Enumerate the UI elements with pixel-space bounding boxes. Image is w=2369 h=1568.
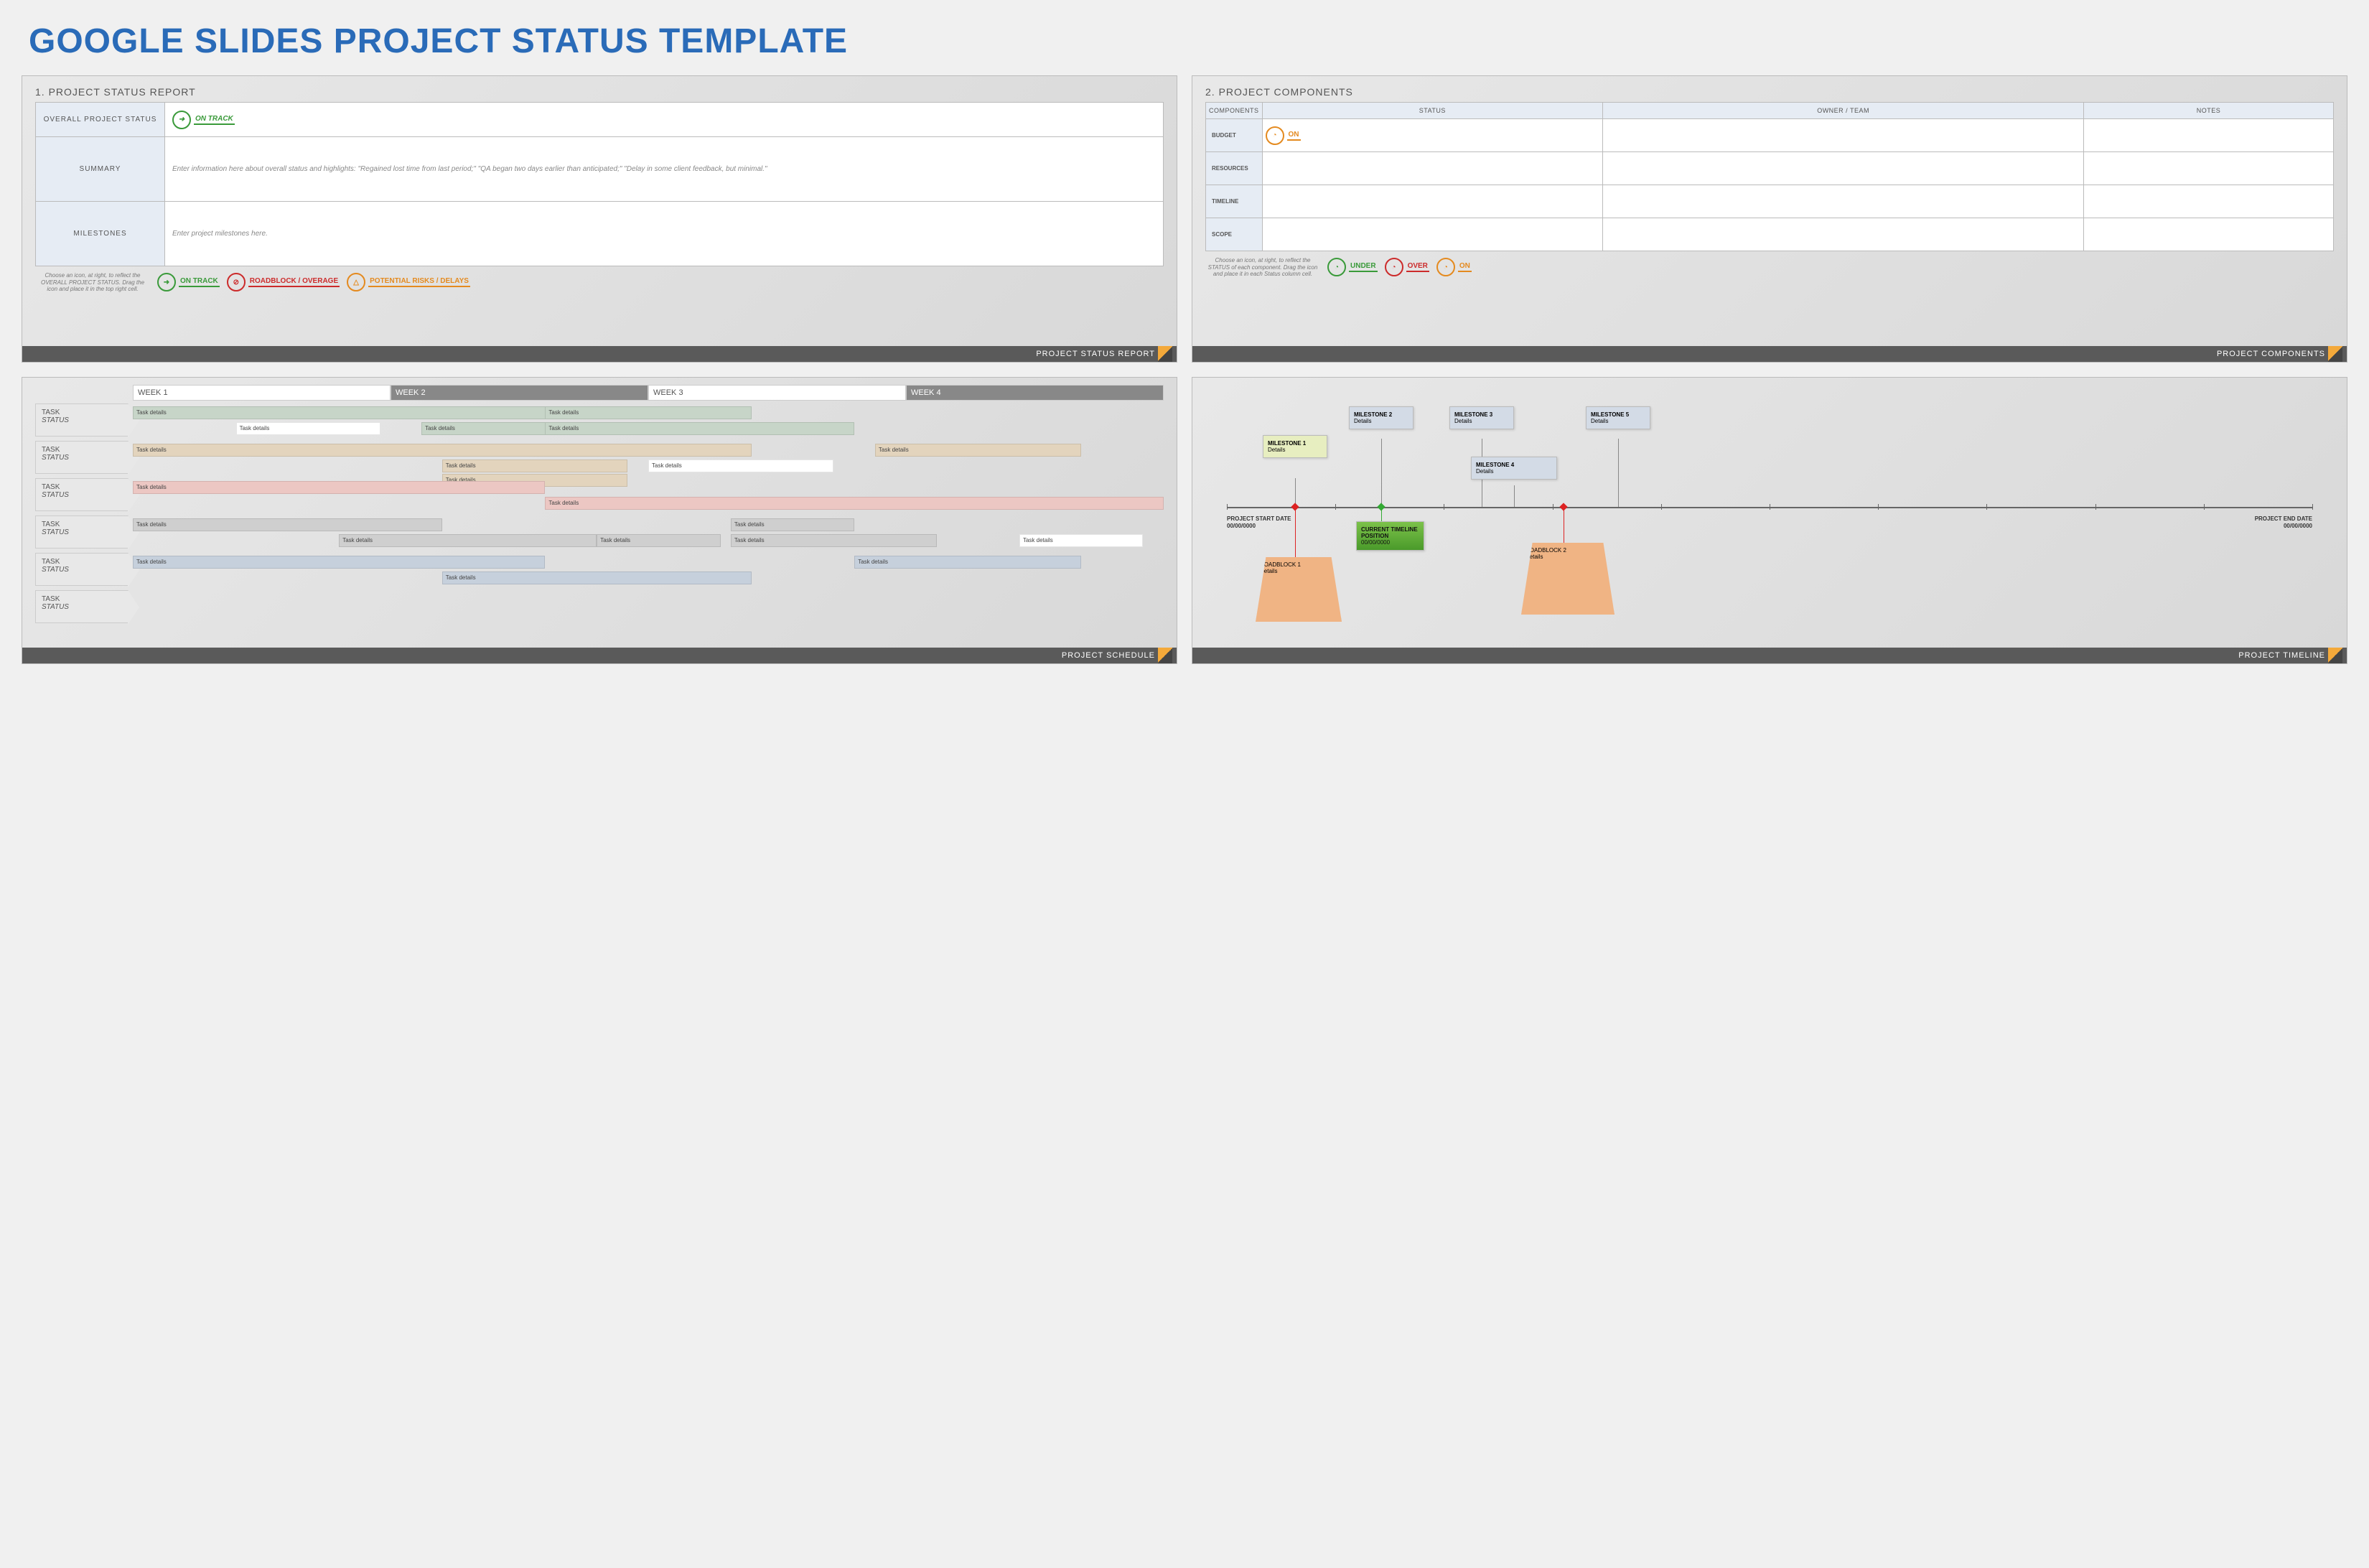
summary-label: SUMMARY [36,137,165,202]
task-arrow: TASKSTATUS [35,478,129,511]
arrow-icon: ➜ [172,111,191,129]
task-bar[interactable]: Task details [133,481,545,494]
panel2-hint: Choose an icon, at right, to reflect the… [1205,257,1320,278]
task-arrow: TASKSTATUS [35,590,129,623]
task-bar[interactable]: Task details [731,534,937,547]
task-bar[interactable]: Task details [875,444,1081,457]
milestones-label: MILESTONES [36,202,165,266]
milestone-note[interactable]: MILESTONE 1Details [1263,435,1327,458]
stop-icon: ⊘ [227,273,246,291]
task-bar[interactable]: Task details [339,534,597,547]
panel2-heading: 2. PROJECT COMPONENTS [1205,86,2334,98]
legend-roadblock[interactable]: ⊘ROADBLOCK / OVERAGE [227,273,340,291]
budget-status-cell[interactable]: ◔ON [1262,119,1603,152]
task-bar[interactable]: Task details [731,518,854,531]
panel2-footer: PROJECT COMPONENTS [1192,346,2347,362]
gauge-icon: ◔ [1266,126,1284,145]
task-arrow: TASKSTATUS [35,515,129,549]
roadblock-note[interactable]: ROADBLOCK 2Details [1521,543,1615,615]
panel4-footer: PROJECT TIMELINE [1192,648,2347,663]
task-bar[interactable]: Task details [236,422,380,435]
on-track-chip[interactable]: ➜ ON TRACK [172,111,1156,129]
task-bar[interactable]: Task details [442,571,752,584]
legend-under[interactable]: ◔UNDER [1327,258,1378,276]
status-table: OVERALL PROJECT STATUS ➜ ON TRACK SUMMAR… [35,102,1164,266]
task-bar[interactable]: Task details [1019,534,1143,547]
current-position-note[interactable]: CURRENT TIMELINE POSITION00/00/0000 [1356,521,1424,551]
panel3-footer: PROJECT SCHEDULE [22,648,1177,663]
roadblock-note[interactable]: ROADBLOCK 1Details [1256,557,1342,622]
page-title: GOOGLE SLIDES PROJECT STATUS TEMPLATE [29,22,2347,61]
milestone-note[interactable]: MILESTONE 5Details [1586,406,1650,429]
gauge-on-chip[interactable]: ◔ON [1266,126,1600,145]
legend-over[interactable]: ◔OVER [1385,258,1429,276]
schedule-grid: WEEK 1 WEEK 2 WEEK 3 WEEK 4 Task details… [133,385,1164,648]
end-date-label: PROJECT END DATE00/00/0000 [2255,515,2312,529]
task-bar[interactable]: Task details [648,459,833,472]
components-table: COMPONENTS STATUS OWNER / TEAM NOTES BUD… [1205,102,2334,251]
week-header: WEEK 1 WEEK 2 WEEK 3 WEEK 4 [133,385,1164,401]
gauge-icon: ◔ [1385,258,1403,276]
overall-status-cell[interactable]: ➜ ON TRACK [165,103,1164,137]
task-arrow: TASKSTATUS [35,441,129,474]
panel1-legend: Choose an icon, at right, to reflect the… [35,272,1164,293]
legend-risks[interactable]: △POTENTIAL RISKS / DELAYS [347,273,470,291]
task-bar[interactable]: Task details [597,534,720,547]
panel-timeline: MILESTONE 1Details MILESTONE 2Details MI… [1192,377,2347,664]
task-bar[interactable]: Task details [854,556,1081,569]
legend-on[interactable]: ◔ON [1436,258,1472,276]
panel1-footer: PROJECT STATUS REPORT [22,346,1177,362]
panel1-hint: Choose an icon, at right, to reflect the… [35,272,150,293]
task-bar[interactable]: Task details [545,497,1164,510]
panel2-legend: Choose an icon, at right, to reflect the… [1205,257,2334,278]
schedule-row-labels: TASKSTATUS TASKSTATUS TASKSTATUS TASKSTA… [35,385,129,648]
legend-on-track[interactable]: ➜ON TRACK [157,273,220,291]
col-components: COMPONENTS [1206,103,1263,119]
panel-schedule: TASKSTATUS TASKSTATUS TASKSTATUS TASKSTA… [22,377,1177,664]
task-bar[interactable]: Task details [133,556,545,569]
table-row: RESOURCES [1206,152,2334,185]
gauge-icon: ◔ [1327,258,1346,276]
task-arrow: TASKSTATUS [35,403,129,437]
gauge-icon: ◔ [1436,258,1455,276]
task-bar[interactable]: Task details [442,459,627,472]
panel-grid: 1. PROJECT STATUS REPORT OVERALL PROJECT… [22,75,2347,664]
table-row: BUDGET ◔ON [1206,119,2334,152]
arrow-icon: ➜ [157,273,176,291]
panel-components: 2. PROJECT COMPONENTS COMPONENTS STATUS … [1192,75,2347,363]
milestone-note[interactable]: MILESTONE 4Details [1471,457,1557,480]
task-arrow: TASKSTATUS [35,553,129,586]
warning-icon: △ [347,273,365,291]
col-notes: NOTES [2084,103,2334,119]
task-bar[interactable]: Task details [545,422,854,435]
panel-status-report: 1. PROJECT STATUS REPORT OVERALL PROJECT… [22,75,1177,363]
col-owner: OWNER / TEAM [1603,103,2084,119]
overall-status-label: OVERALL PROJECT STATUS [36,103,165,137]
milestone-note[interactable]: MILESTONE 3Details [1449,406,1514,429]
summary-cell[interactable]: Enter information here about overall sta… [165,137,1164,202]
table-row: TIMELINE [1206,185,2334,218]
table-row: SCOPE [1206,218,2334,251]
task-bar[interactable]: Task details [133,518,442,531]
timeline-axis [1227,507,2312,508]
panel1-heading: 1. PROJECT STATUS REPORT [35,86,1164,98]
milestones-cell[interactable]: Enter project milestones here. [165,202,1164,266]
task-bar[interactable]: Task details [133,444,752,457]
start-date-label: PROJECT START DATE00/00/0000 [1227,515,1291,529]
task-bar[interactable]: Task details [545,406,751,419]
milestone-note[interactable]: MILESTONE 2Details [1349,406,1414,429]
timeline: MILESTONE 1Details MILESTONE 2Details MI… [1205,385,2334,648]
col-status: STATUS [1262,103,1603,119]
task-bar[interactable]: Task details [421,422,566,435]
